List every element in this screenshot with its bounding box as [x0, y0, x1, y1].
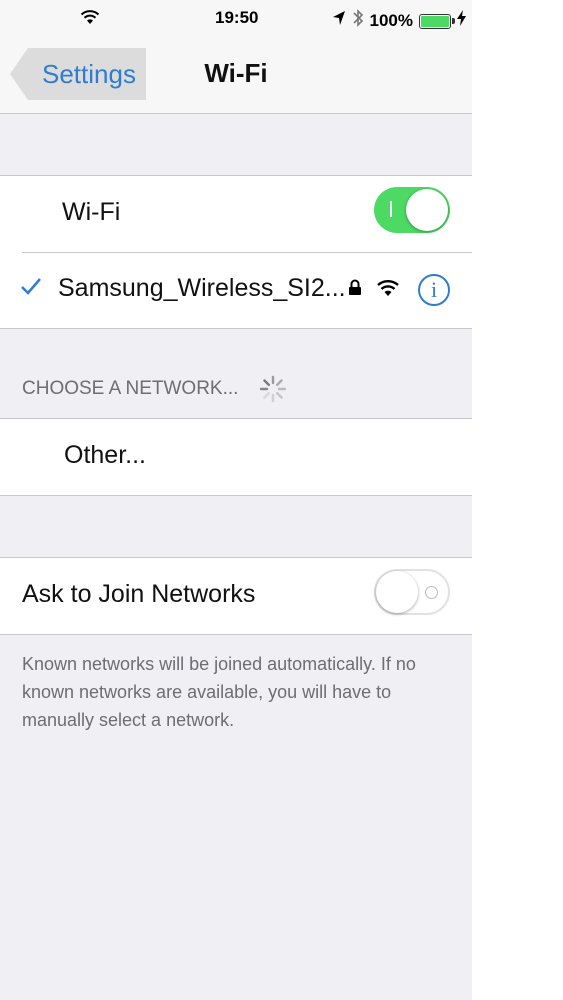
checkmark-icon: [20, 272, 42, 303]
ask-to-join-footer: Known networks will be joined automatica…: [22, 654, 416, 730]
choose-network-header: CHOOSE A NETWORK...: [22, 378, 239, 399]
wifi-group: Wi-Fi Samsung_Wireless_SI2...: [0, 175, 472, 329]
side-margin: [472, 0, 563, 1000]
ask-to-join-label: Ask to Join Networks: [22, 580, 256, 608]
info-icon[interactable]: i: [418, 274, 450, 306]
charging-bolt-icon: [457, 10, 466, 31]
wifi-toggle-row: Wi-Fi: [0, 176, 472, 252]
page-title: Wi-Fi: [204, 58, 268, 88]
activity-spinner-icon: [258, 374, 288, 409]
wifi-label: Wi-Fi: [62, 198, 121, 226]
other-network-row[interactable]: Other...: [0, 419, 472, 495]
wifi-toggle-switch[interactable]: [374, 187, 450, 233]
ask-to-join-row: Ask to Join Networks: [0, 558, 472, 634]
battery-icon: [419, 13, 455, 29]
network-list-group: Other...: [0, 418, 472, 496]
battery-percent: 100%: [369, 10, 413, 30]
toggle-off-mark-icon: [425, 586, 438, 599]
wifi-signal-icon: [80, 9, 100, 30]
clock-time: 19:50: [215, 8, 259, 27]
lock-icon: [348, 279, 362, 301]
navigation-bar: Settings Wi-Fi: [0, 38, 472, 114]
connected-network-row[interactable]: Samsung_Wireless_SI2...: [0, 252, 472, 328]
network-name: Samsung_Wireless_SI2...: [58, 274, 346, 302]
status-bar: 19:50 100%: [0, 0, 472, 38]
wifi-signal-icon: [376, 279, 400, 302]
ask-to-join-toggle-switch[interactable]: [374, 569, 450, 615]
location-arrow-icon: [332, 10, 346, 31]
toggle-on-mark-icon: [390, 201, 392, 217]
phone-screen: 19:50 100% Settings Wi-Fi Wi-Fi Samsung_…: [0, 0, 472, 1000]
other-network-label: Other...: [64, 441, 146, 469]
status-right-group: 100%: [332, 8, 466, 33]
bluetooth-icon: [352, 8, 364, 33]
toggle-knob: [406, 189, 448, 231]
ask-to-join-group: Ask to Join Networks: [0, 557, 472, 635]
toggle-knob: [376, 571, 418, 613]
